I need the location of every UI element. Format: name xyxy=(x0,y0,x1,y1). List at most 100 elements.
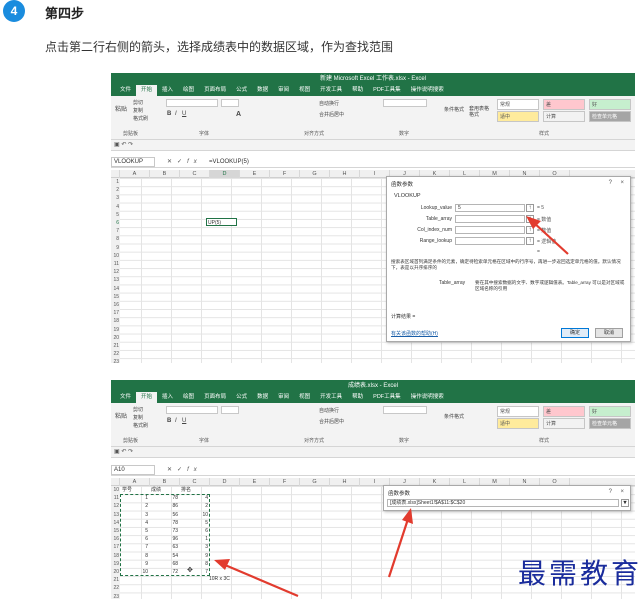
close-button[interactable]: × xyxy=(620,180,624,186)
menu-item[interactable]: 文件 xyxy=(115,85,136,96)
column-header[interactable]: E xyxy=(240,170,270,178)
style-good[interactable]: 好 xyxy=(589,99,631,110)
selected-range[interactable] xyxy=(120,494,210,577)
column-header[interactable]: F xyxy=(270,478,300,486)
wrap-text-button[interactable]: 自动换行 xyxy=(319,100,339,107)
menu-item[interactable]: 审阅 xyxy=(273,85,294,96)
cancel-icon[interactable]: ✕ xyxy=(167,467,177,473)
style-calc[interactable]: 计算 xyxy=(543,111,585,122)
table-format-button[interactable]: 套用表格格式 xyxy=(469,106,491,118)
row-header[interactable]: 17 xyxy=(111,543,120,552)
collapse-arrow-icon[interactable]: ↑ xyxy=(526,204,534,212)
style-check[interactable]: 检查单元格 xyxy=(589,418,631,429)
argument-input[interactable] xyxy=(455,237,525,245)
menu-item[interactable]: 插入 xyxy=(157,392,178,403)
menu-item[interactable]: PDF工具集 xyxy=(368,392,406,403)
name-box[interactable]: VLOOKUP xyxy=(111,157,155,167)
help-button[interactable]: ? xyxy=(609,180,612,186)
row-header[interactable]: 23 xyxy=(111,592,120,599)
font-color-button[interactable]: A xyxy=(236,111,241,118)
column-header[interactable]: C xyxy=(180,170,210,178)
copy-button[interactable]: 复制 xyxy=(133,414,143,421)
column-header[interactable]: G xyxy=(300,478,330,486)
row-header[interactable]: 18 xyxy=(111,551,120,560)
redo-icon[interactable]: ↷ xyxy=(128,142,133,148)
active-cell[interactable]: UP(5) xyxy=(206,218,237,227)
select-all-corner[interactable] xyxy=(111,478,120,486)
row-header[interactable]: 21 xyxy=(111,342,120,351)
menu-item[interactable]: 开发工具 xyxy=(315,392,347,403)
format-painter-button[interactable]: 格式刷 xyxy=(133,422,148,429)
font-size-select[interactable] xyxy=(221,99,239,107)
merge-center-button[interactable]: 合并后居中 xyxy=(319,111,344,118)
help-link[interactable]: 有关该函数的帮助(H) xyxy=(391,330,438,337)
menu-item[interactable]: 页面布局 xyxy=(199,85,231,96)
select-all-corner[interactable] xyxy=(111,170,120,178)
row-header[interactable]: 19 xyxy=(111,325,120,334)
column-header[interactable]: F xyxy=(270,170,300,178)
range-reference-input[interactable]: [成绩表.xlsx]Sheet1!$A$11:$C$20 xyxy=(387,499,619,507)
row-header[interactable]: 17 xyxy=(111,309,120,318)
undo-icon[interactable]: ↶ xyxy=(121,142,126,148)
column-header[interactable]: B xyxy=(150,478,180,486)
save-icon[interactable]: ▣ xyxy=(114,449,120,455)
column-header[interactable]: G xyxy=(300,170,330,178)
copy-button[interactable]: 复制 xyxy=(133,107,143,114)
row-header[interactable]: 6 xyxy=(111,219,120,228)
collapse-arrow-icon[interactable]: ↑ xyxy=(526,215,534,223)
collapse-arrow-icon[interactable]: ↑ xyxy=(526,226,534,234)
menu-item[interactable]: 文件 xyxy=(115,392,136,403)
menu-item[interactable]: 开始 xyxy=(136,392,158,403)
row-header[interactable]: 10 xyxy=(111,251,120,260)
column-header[interactable]: H xyxy=(330,170,360,178)
row-header[interactable]: 16 xyxy=(111,535,120,544)
cut-button[interactable]: 剪切 xyxy=(133,406,143,413)
bold-button[interactable]: B xyxy=(167,111,171,117)
row-header[interactable]: 13 xyxy=(111,510,120,519)
bold-button[interactable]: B xyxy=(167,418,171,424)
paste-button[interactable]: 粘贴 xyxy=(115,104,127,113)
save-icon[interactable]: ▣ xyxy=(114,142,120,148)
number-format-select[interactable] xyxy=(383,99,427,107)
row-header[interactable]: 4 xyxy=(111,202,120,211)
font-name-select[interactable] xyxy=(166,99,218,107)
column-header[interactable]: D xyxy=(210,170,240,178)
wrap-text-button[interactable]: 自动换行 xyxy=(319,407,339,414)
menu-item[interactable]: 操作说明搜索 xyxy=(406,85,449,96)
argument-input[interactable] xyxy=(455,226,525,234)
number-format-select[interactable] xyxy=(383,406,427,414)
cancel-button[interactable]: 取消 xyxy=(595,328,623,338)
merge-center-button[interactable]: 合并后居中 xyxy=(319,418,344,425)
column-header[interactable]: E xyxy=(240,478,270,486)
italic-button[interactable]: I xyxy=(175,418,177,424)
menu-item[interactable]: 操作说明搜索 xyxy=(406,392,449,403)
underline-button[interactable]: U xyxy=(182,111,186,117)
underline-button[interactable]: U xyxy=(182,418,186,424)
menu-item[interactable]: 数据 xyxy=(252,392,273,403)
style-neutral[interactable]: 适中 xyxy=(497,111,539,122)
column-header[interactable]: A xyxy=(120,170,150,178)
paste-button[interactable]: 粘贴 xyxy=(115,411,127,420)
row-header[interactable]: 18 xyxy=(111,317,120,326)
cancel-icon[interactable]: ✕ xyxy=(167,159,177,165)
row-header[interactable]: 10 xyxy=(111,486,120,495)
style-normal[interactable]: 常规 xyxy=(497,99,539,110)
row-header[interactable]: 14 xyxy=(111,518,120,527)
argument-input[interactable]: 5 xyxy=(455,204,525,212)
name-box[interactable]: A10 xyxy=(111,465,155,475)
row-header[interactable]: 9 xyxy=(111,243,120,252)
help-button[interactable]: ? xyxy=(609,489,612,495)
style-bad[interactable]: 差 xyxy=(543,406,585,417)
menu-item[interactable]: 公式 xyxy=(231,392,252,403)
menu-item[interactable]: 开发工具 xyxy=(315,85,347,96)
style-calc[interactable]: 计算 xyxy=(543,418,585,429)
row-header[interactable]: 11 xyxy=(111,260,120,269)
menu-item[interactable]: 视图 xyxy=(294,392,315,403)
row-header[interactable]: 21 xyxy=(111,576,120,585)
formula-input[interactable]: =VLOOKUP(5) xyxy=(209,157,249,167)
row-header[interactable]: 22 xyxy=(111,350,120,359)
row-header[interactable]: 7 xyxy=(111,227,120,236)
formula-bar-icons[interactable]: ✕✓fx xyxy=(167,465,202,475)
menu-item[interactable]: 审阅 xyxy=(273,392,294,403)
row-header[interactable]: 12 xyxy=(111,502,120,511)
